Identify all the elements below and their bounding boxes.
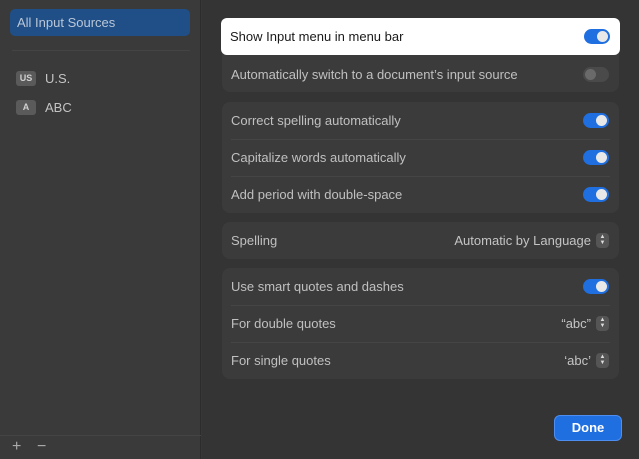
smart-quotes-toggle[interactable]	[583, 278, 609, 294]
sidebar-item-us[interactable]: US U.S.	[16, 69, 70, 87]
us-input-badge-icon: US	[16, 70, 36, 86]
sidebar-item-label: U.S.	[45, 70, 71, 86]
correct-spelling-row: Correct spelling automatically	[222, 102, 619, 138]
correct-spelling-label: Correct spelling automatically	[231, 112, 401, 128]
auto-switch-toggle[interactable]	[583, 66, 609, 82]
spelling-row: Spelling Automatic by Language ▲ ▼	[222, 222, 619, 258]
show-input-menu-toggle[interactable]	[584, 29, 610, 44]
abc-input-badge-icon: A	[16, 99, 36, 115]
capitalize-row: Capitalize words automatically	[222, 139, 619, 175]
double-quotes-select[interactable]: “abc” ▲ ▼	[561, 315, 609, 331]
sidebar-item-all-input-sources[interactable]: All Input Sources	[10, 9, 190, 36]
double-quotes-value: “abc”	[561, 315, 591, 331]
add-period-row: Add period with double-space	[222, 176, 619, 212]
auto-switch-label: Automatically switch to a document’s inp…	[231, 66, 518, 82]
show-input-menu-label: Show Input menu in menu bar	[230, 29, 404, 44]
spelling-select[interactable]: Automatic by Language ▲ ▼	[454, 232, 609, 248]
double-quotes-row: For double quotes “abc” ▲ ▼	[222, 305, 619, 341]
up-down-chevron-icon: ▲ ▼	[596, 315, 609, 331]
sidebar-toolbar: + −	[0, 435, 201, 459]
single-quotes-select[interactable]: ‘abc’ ▲ ▼	[564, 352, 609, 368]
done-button[interactable]: Done	[555, 416, 621, 440]
single-quotes-row: For single quotes ‘abc’ ▲ ▼	[222, 342, 619, 378]
smart-quotes-row: Use smart quotes and dashes	[222, 268, 619, 304]
sidebar-divider	[12, 50, 190, 51]
up-down-chevron-icon: ▲ ▼	[596, 352, 609, 368]
input-sources-sidebar: All Input Sources US U.S. A ABC + −	[0, 0, 201, 459]
show-input-menu-row: Show Input menu in menu bar	[221, 18, 620, 55]
spelling-value: Automatic by Language	[454, 232, 591, 248]
sidebar-item-abc[interactable]: A ABC	[16, 98, 72, 116]
capitalize-label: Capitalize words automatically	[231, 149, 406, 165]
capitalize-toggle[interactable]	[583, 149, 609, 165]
remove-source-button[interactable]: −	[37, 438, 46, 456]
add-source-button[interactable]: +	[12, 438, 21, 456]
add-period-toggle[interactable]	[583, 186, 609, 202]
double-quotes-label: For double quotes	[231, 315, 336, 331]
correct-spelling-toggle[interactable]	[583, 112, 609, 128]
spelling-label: Spelling	[231, 232, 278, 248]
auto-switch-row: Automatically switch to a document’s inp…	[222, 56, 619, 92]
up-down-chevron-icon: ▲ ▼	[596, 232, 609, 248]
single-quotes-label: For single quotes	[231, 352, 331, 368]
single-quotes-value: ‘abc’	[564, 352, 591, 368]
sidebar-item-label: ABC	[45, 99, 72, 115]
add-period-label: Add period with double-space	[231, 186, 403, 202]
smart-quotes-label: Use smart quotes and dashes	[231, 278, 404, 294]
